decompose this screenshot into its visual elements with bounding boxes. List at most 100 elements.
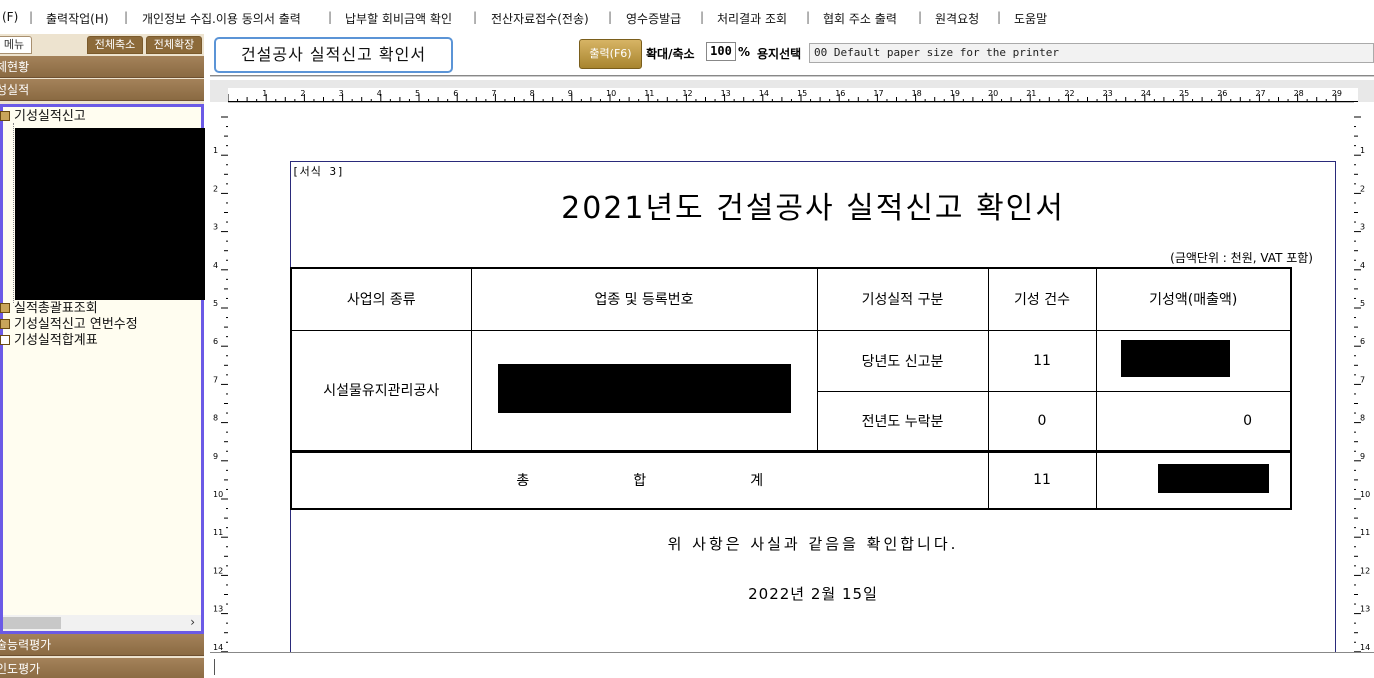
ruler-number: 26	[1217, 89, 1227, 98]
header-count: 기성 건수	[987, 267, 1097, 331]
print-button[interactable]: 출력(F6)	[579, 39, 642, 69]
tree-item-summary-inquiry[interactable]: 실적총괄표조회	[0, 301, 98, 317]
cell-current-amount	[1095, 329, 1292, 392]
ruler-number: 29	[1332, 89, 1342, 98]
ruler-number: 7	[491, 89, 496, 98]
scrollbar-thumb[interactable]	[3, 617, 61, 629]
zoom-label: 확대/축소	[646, 47, 695, 61]
header-amount: 기성액(매출액)	[1095, 267, 1292, 331]
sidebar-section-capability[interactable]: 술능력평가	[0, 634, 204, 656]
menu-electronic-submission[interactable]: 전산자료접수(전송)	[491, 10, 589, 27]
menu-separator: |	[124, 10, 129, 24]
ruler-number: 11	[644, 89, 654, 98]
ruler-number: 19	[950, 89, 960, 98]
ruler-number: 25	[1179, 89, 1189, 98]
menu-address-print[interactable]: 협회 주소 출력	[823, 10, 897, 27]
redacted-block	[1121, 340, 1231, 377]
ruler-number: 1	[1360, 146, 1365, 155]
sidebar-section-evaluation[interactable]: 인도평가	[0, 658, 204, 678]
ruler-number: 9	[1360, 452, 1365, 461]
ruler-number: 4	[377, 89, 382, 98]
ruler-number: 3	[1360, 223, 1365, 232]
tree-item-label: 기성실적신고	[14, 109, 86, 124]
horizontal-scrollbar[interactable]: ›	[3, 615, 201, 631]
ruler-number: 12	[213, 566, 223, 575]
tree-item-serial-edit[interactable]: 기성실적신고 연번수정	[0, 317, 138, 333]
tree-connector-line	[13, 123, 14, 303]
ruler-number: 5	[415, 89, 420, 98]
ruler-number: 5	[213, 299, 218, 308]
sidebar-tabs: 메뉴 전체축소 전체확장	[0, 34, 204, 56]
vertical-ruler-right: 1234567891011121314	[1354, 102, 1374, 652]
ruler-number: 5	[1360, 299, 1365, 308]
cell-total-count: 11	[987, 449, 1097, 510]
cell-previous-label: 전년도 누락분	[816, 390, 989, 452]
redacted-block	[15, 128, 205, 300]
sidebar-section-status[interactable]: 체현황	[0, 56, 204, 78]
tree-item-total-sheet[interactable]: 기성실적합계표	[0, 333, 98, 349]
folder-icon	[0, 319, 10, 329]
tree-item-performance-report[interactable]: 기성실적신고	[0, 109, 86, 125]
ruler-number: 21	[1026, 89, 1036, 98]
ruler-number: 12	[1360, 566, 1370, 575]
sidebar-section-performance[interactable]: 성실적	[0, 79, 204, 101]
menu-separator: |	[700, 10, 705, 24]
menu-file[interactable]: (F)	[2, 10, 18, 24]
cell-current-count: 11	[987, 329, 1097, 392]
menu-result-inquiry[interactable]: 처리결과 조회	[717, 10, 787, 27]
menu-print-job[interactable]: 출력작업(H)	[46, 10, 109, 27]
menu-receipt[interactable]: 영수증발급	[626, 10, 681, 27]
document-page: [서식 3] 2021년도 건설공사 실적신고 확인서 (금액단위 : 천원, …	[228, 102, 1354, 652]
menu-separator: |	[918, 10, 923, 24]
ruler-number: 6	[1360, 337, 1365, 346]
paper-size-select[interactable]: 00 Default paper size for the printer	[809, 43, 1374, 63]
zoom-input[interactable]: 100	[706, 42, 736, 61]
ruler-number: 8	[1360, 414, 1365, 423]
menu-help[interactable]: 도움말	[1014, 10, 1047, 27]
cell-current-label: 당년도 신고분	[816, 329, 989, 392]
menu-privacy-consent-print[interactable]: 개인정보 수집.이용 동의서 출력	[142, 10, 301, 27]
ruler-number: 6	[213, 337, 218, 346]
ruler-number: 27	[1255, 89, 1265, 98]
ruler-number: 17	[873, 89, 883, 98]
document-icon	[0, 335, 10, 345]
ruler-number: 14	[759, 89, 769, 98]
menu-separator: |	[29, 10, 34, 24]
menu-remote-request[interactable]: 원격요청	[935, 10, 979, 27]
ruler-number: 3	[213, 223, 218, 232]
ruler-number: 11	[1360, 528, 1370, 537]
folder-icon	[0, 303, 10, 313]
menu-bar: (F) | 출력작업(H) | 개인정보 수집.이용 동의서 출력 | 납부할 …	[0, 0, 1374, 34]
collapse-all-button[interactable]: 전체축소	[87, 36, 143, 54]
document-title: 2021년도 건설공사 실적신고 확인서	[561, 191, 1065, 226]
expand-all-button[interactable]: 전체확장	[146, 36, 202, 54]
menu-fee-check[interactable]: 납부할 회비금액 확인	[345, 10, 452, 27]
tab-menu[interactable]: 메뉴	[0, 36, 32, 54]
cell-total-label: 총합계	[290, 449, 989, 510]
zoom-unit: %	[738, 45, 751, 59]
redacted-block	[1157, 463, 1269, 493]
ruler-number: 13	[721, 89, 731, 98]
sidebar-tree: 기성실적신고 실적총괄표조회 기성실적신고 연번수정 기성실적합계표 ›	[0, 104, 205, 634]
cell-previous-amount: 0	[1095, 390, 1292, 452]
ruler-number: 24	[1141, 89, 1151, 98]
ruler-number: 15	[797, 89, 807, 98]
confirmation-text: 위 사항은 사실과 같음을 확인합니다.	[667, 535, 959, 553]
header-business-type: 사업의 종류	[290, 267, 472, 331]
ruler-number: 2	[300, 89, 305, 98]
ruler-number: 7	[1360, 375, 1365, 384]
document-date: 2022년 2월 15일	[748, 585, 878, 603]
scroll-right-arrow-icon[interactable]: ›	[190, 615, 195, 629]
tree-item-label: 기성실적신고 연번수정	[14, 317, 138, 332]
ruler-number: 11	[213, 528, 223, 537]
ruler-number: 18	[912, 89, 922, 98]
ruler-number: 23	[1103, 89, 1113, 98]
redacted-block	[497, 363, 791, 413]
menu-separator: |	[608, 10, 613, 24]
vertical-ruler-left: 1234567891011121314	[210, 102, 228, 652]
folder-icon	[0, 111, 10, 121]
divider	[210, 75, 1374, 77]
ruler-number: 9	[213, 452, 218, 461]
sidebar: 메뉴 전체축소 전체확장 체현황 성실적 기성실적신고 실적총괄표조회 기성실적…	[0, 34, 205, 678]
page-title: 건설공사 실적신고 확인서	[214, 37, 453, 73]
